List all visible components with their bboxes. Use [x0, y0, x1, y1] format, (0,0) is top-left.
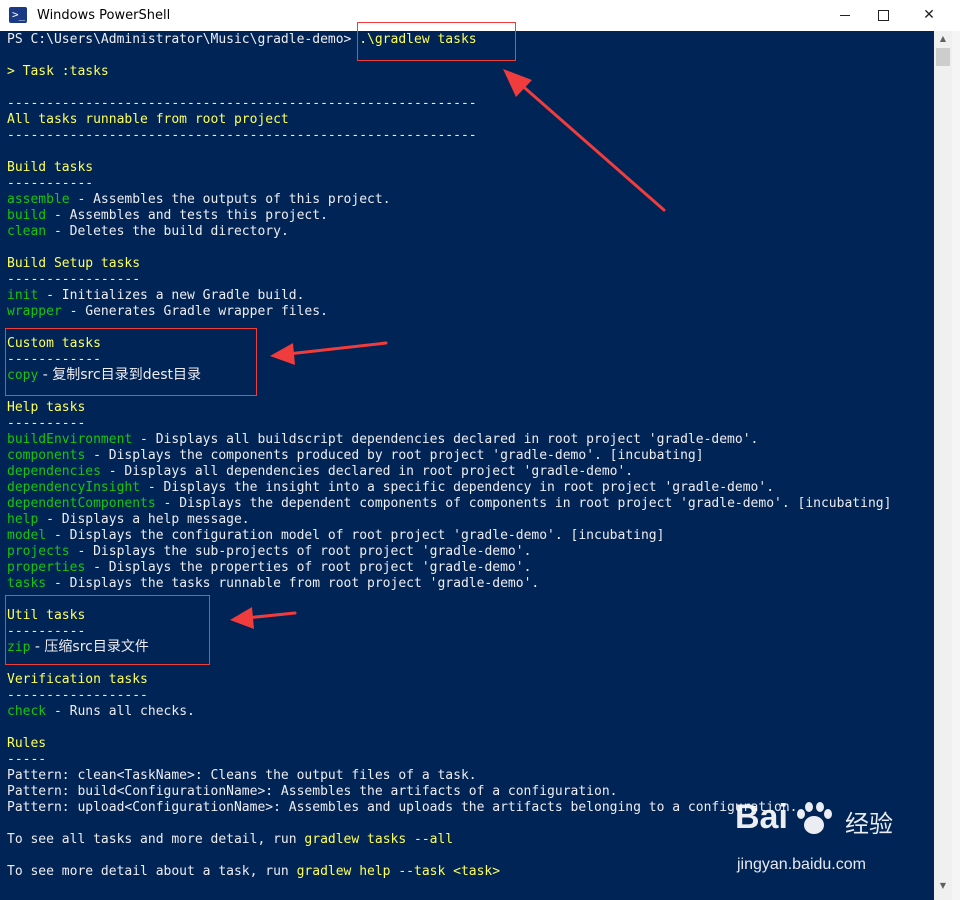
watermark-logo-cn: 经验	[845, 810, 893, 838]
powershell-window: >_ Windows PowerShell ✕ PS C:\Users\Admi…	[0, 0, 960, 900]
arrow-icon	[230, 607, 297, 629]
annotation-arrows	[230, 69, 666, 629]
arrow-icon	[503, 69, 666, 212]
arrow-icon	[270, 341, 388, 365]
baidu-paw-icon	[797, 802, 832, 834]
watermark-url: jingyan.baidu.com	[737, 856, 866, 873]
watermark-logo-text: Bai	[735, 798, 788, 836]
baidu-jingyan-watermark: Bai 经验 jingyan.baidu.com	[735, 798, 915, 880]
